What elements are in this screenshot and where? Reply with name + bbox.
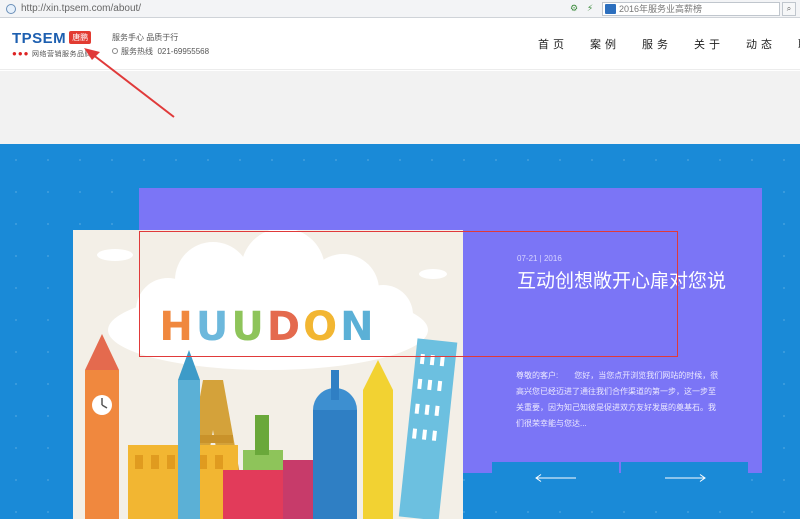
landmarks-illustration: HUUDON (85, 230, 458, 519)
service-slogan: 服务手心 品质于行 (112, 33, 179, 42)
article-body: 尊敬的客户: 您好，当您点开浏览我们网站的时候，很高兴您已经迈进了通往我们合作渠… (516, 371, 719, 428)
globe-icon (6, 3, 16, 14)
arrow-right-icon (664, 473, 706, 482)
search-text: 2016年服务业高薪榜 (619, 4, 703, 14)
browser-address-bar: http://xin.tpsem.com/about/ ⚙ ⚡ ▾ ▶ 2016… (0, 0, 800, 519)
article-date: 07-21 | 2016 (517, 254, 562, 263)
illustration-letter: U (196, 304, 231, 350)
address-controls: ⚙ ⚡ ▾ ▶ (0, 3, 596, 519)
logo-tagline: 网络营销服务品牌 (31, 51, 92, 58)
logo-mark: TPSEM (12, 30, 67, 47)
illustration-letter: N (340, 304, 376, 350)
logo-badge: 唐鹏 (69, 31, 92, 44)
about-section: HUUDON 07-21 | 2016 互动创想敞开心扉对您说 尊敬的客户: 您… (0, 144, 800, 519)
main-nav: 首页 案例 服务 关于 动态 联系 (538, 36, 800, 52)
article-title[interactable]: 互动创想敞开心扉对您说 (517, 270, 727, 293)
carousel-controls (492, 462, 748, 493)
logo-tagline-row: ●●● 网络营销服务品牌 (12, 49, 92, 59)
illustration-letter: U (231, 304, 266, 350)
next-button[interactable] (621, 462, 748, 493)
banner-strip (0, 71, 800, 144)
illustration-letter: D (267, 304, 303, 350)
illustration-word: HUUDON (159, 304, 376, 350)
site-header: TPSEM 唐鹏 ●●● 网络营销服务品牌 服务手心 品质于行 服务热线 021-… (0, 18, 800, 70)
search-engine-icon (605, 3, 616, 14)
phone-icon (112, 48, 118, 54)
hotline-number: 021-69955568 (157, 47, 210, 56)
compat-icon[interactable]: ⚙ (568, 3, 580, 14)
lightning-icon[interactable]: ⚡ (584, 3, 596, 14)
illustration-letter: H (159, 304, 195, 350)
nav-item-news[interactable]: 动态 (746, 36, 776, 52)
browser-search-box[interactable]: 2016年服务业高薪榜 (602, 1, 780, 16)
article-illustration[interactable]: HUUDON (73, 230, 463, 519)
nav-item-about[interactable]: 关于 (694, 36, 724, 52)
search-icon[interactable]: ⌕ (782, 1, 796, 16)
nav-item-home[interactable]: 首页 (538, 36, 568, 52)
illustration-letter: O (303, 304, 340, 350)
arrow-left-icon (534, 473, 576, 482)
header-info: 服务手心 品质于行 服务热线 021-69955568 (112, 31, 209, 59)
url-field[interactable]: http://xin.tpsem.com/about/ (21, 3, 568, 14)
nav-item-services[interactable]: 服务 (642, 36, 672, 52)
prev-button[interactable] (492, 462, 619, 493)
nav-item-cases[interactable]: 案例 (590, 36, 620, 52)
logo-dots: ●●● (12, 49, 30, 58)
hotline-label: 服务热线 (121, 47, 153, 56)
site-logo[interactable]: TPSEM 唐鹏 ●●● 网络营销服务品牌 (12, 30, 92, 59)
hotline-row: 服务热线 021-69955568 (112, 45, 209, 59)
